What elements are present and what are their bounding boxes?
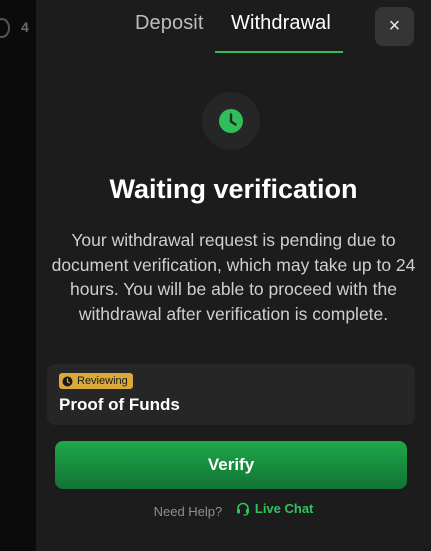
live-chat-link[interactable]: Live Chat [236, 500, 314, 518]
status-badge: Reviewing [59, 373, 133, 389]
backdrop: 4 [0, 0, 36, 551]
backdrop-fragment: 4 [0, 16, 36, 40]
clock-icon [62, 376, 73, 386]
document-card: Reviewing Proof of Funds [47, 364, 415, 425]
headset-icon [236, 502, 249, 516]
clock-icon [219, 109, 243, 133]
verify-button[interactable]: Verify [55, 441, 407, 489]
status-badge-label: Reviewing [77, 375, 128, 387]
tab-deposit[interactable]: Deposit [135, 12, 204, 35]
active-tab-indicator [215, 51, 343, 53]
status-icon-circle [202, 92, 260, 150]
live-chat-label: Live Chat [254, 501, 314, 516]
status-title: Waiting verification [109, 174, 358, 204]
close-icon: × [388, 15, 401, 37]
document-title: Proof of Funds [59, 395, 180, 414]
backdrop-fragment-text: 4 [21, 19, 29, 35]
withdrawal-panel: Deposit Withdrawal × Waiting verificatio… [36, 0, 431, 551]
tab-withdrawal[interactable]: Withdrawal [231, 12, 331, 35]
status-description: Your withdrawal request is pending due t… [51, 230, 416, 324]
help-row: Need Help? Live Chat [36, 500, 431, 519]
close-button[interactable]: × [375, 7, 414, 46]
partial-icon [0, 18, 10, 38]
tab-bar: Deposit Withdrawal [36, 0, 376, 53]
need-help-text: Need Help? [153, 504, 223, 519]
